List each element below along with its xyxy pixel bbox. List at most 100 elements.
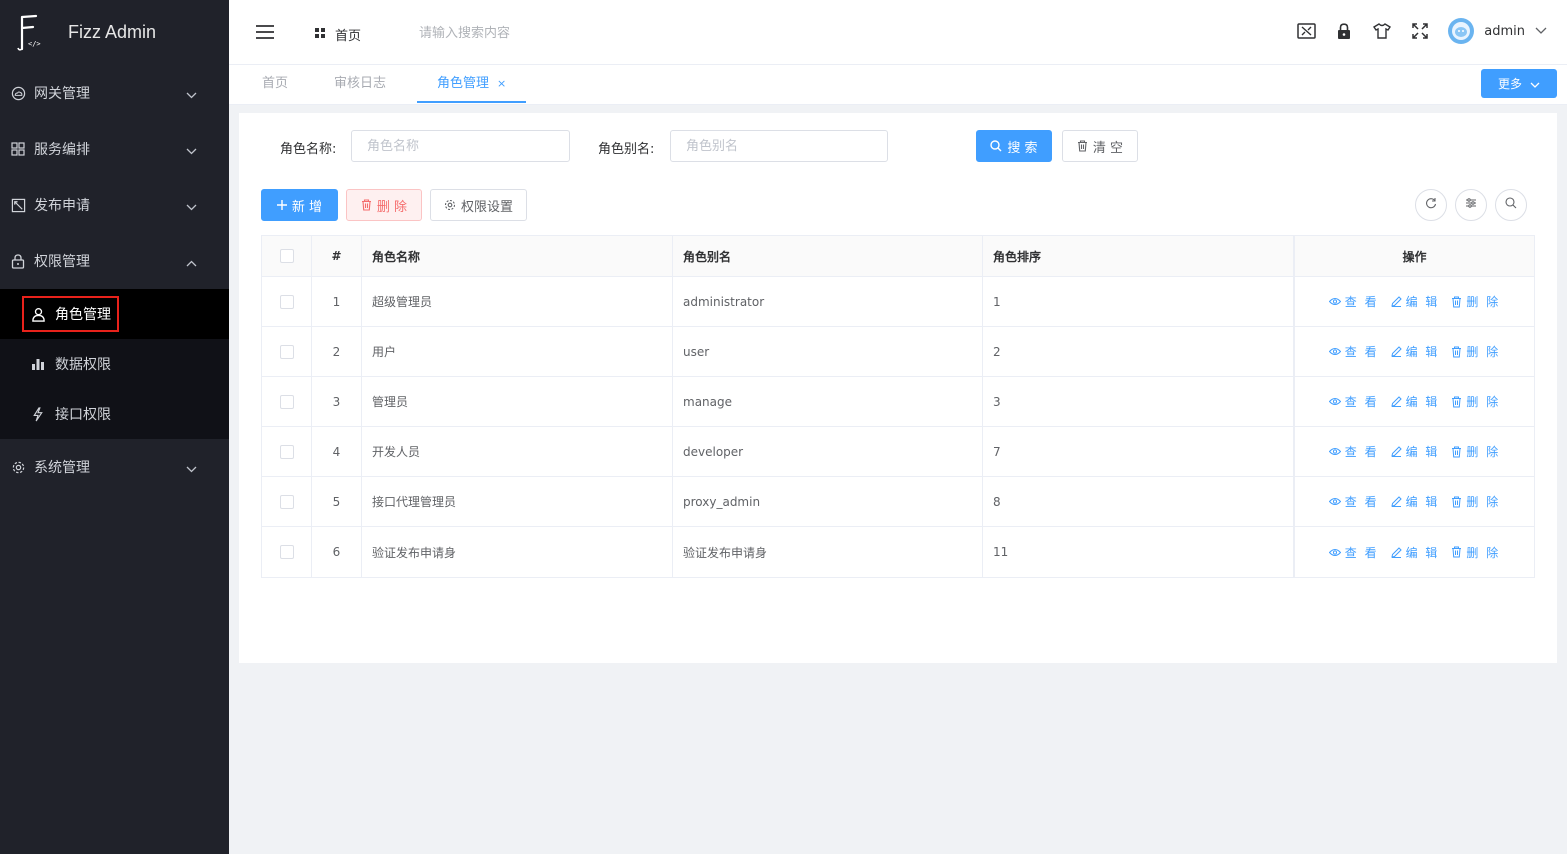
search-icon bbox=[1505, 197, 1517, 213]
role-name-cell: 接口代理管理员 bbox=[362, 477, 673, 526]
sidebar-item-label: 发布申请 bbox=[34, 198, 90, 214]
screenshot-icon[interactable] bbox=[1296, 21, 1316, 41]
row-checkbox[interactable] bbox=[279, 294, 294, 309]
row-index: 1 bbox=[312, 277, 362, 326]
edit-button[interactable]: 编 辑 bbox=[1390, 343, 1440, 360]
column-settings-button[interactable] bbox=[1455, 189, 1487, 221]
username[interactable]: admin bbox=[1484, 24, 1525, 39]
checkbox-cell bbox=[262, 277, 312, 326]
edit-button[interactable]: 编 辑 bbox=[1390, 293, 1440, 310]
column-header: 角色别名 bbox=[673, 236, 983, 276]
role-alias-input[interactable] bbox=[670, 130, 888, 162]
row-checkbox[interactable] bbox=[279, 545, 294, 559]
view-button[interactable]: 查 看 bbox=[1328, 544, 1379, 561]
delete-row-button[interactable]: 删 除 bbox=[1451, 544, 1500, 561]
header-toolbar: admin bbox=[1278, 18, 1547, 44]
toggle-search-button[interactable] bbox=[1495, 189, 1527, 221]
checkbox-cell bbox=[262, 427, 312, 476]
delete-label: 删 除 bbox=[1466, 495, 1501, 509]
permission-settings-button[interactable]: 权限设置 bbox=[430, 189, 527, 221]
role-alias-cell: user bbox=[673, 327, 983, 376]
sidebar-item-gateway[interactable]: 网关管理 bbox=[0, 65, 229, 121]
hamburger-menu-icon[interactable] bbox=[255, 24, 275, 44]
row-checkbox[interactable] bbox=[279, 394, 294, 409]
row-checkbox[interactable] bbox=[279, 444, 294, 459]
edit-label: 编 辑 bbox=[1405, 445, 1440, 459]
checkbox-cell bbox=[262, 377, 312, 426]
sidebar-item-role-management[interactable]: 角色管理 bbox=[0, 289, 229, 339]
publish-icon bbox=[10, 197, 26, 213]
theme-shirt-icon[interactable] bbox=[1372, 21, 1392, 41]
row-index: 5 bbox=[312, 477, 362, 526]
view-button[interactable]: 查 看 bbox=[1328, 493, 1379, 510]
lock-screen-icon[interactable] bbox=[1334, 21, 1354, 41]
sidebar-item-publish[interactable]: 发布申请 bbox=[0, 177, 229, 233]
row-checkbox[interactable] bbox=[279, 494, 294, 509]
chevron-up-icon bbox=[186, 255, 197, 271]
sidebar-item-api-permission[interactable]: 接口权限 bbox=[0, 389, 229, 439]
refresh-button[interactable] bbox=[1415, 189, 1447, 221]
column-header: # bbox=[312, 236, 362, 276]
sidebar-item-service[interactable]: 服务编排 bbox=[0, 121, 229, 177]
fullscreen-icon[interactable] bbox=[1410, 21, 1430, 41]
role-name-cell: 开发人员 bbox=[362, 427, 673, 476]
chevron-down-icon[interactable] bbox=[1535, 24, 1547, 39]
search-button[interactable]: 搜 索 bbox=[976, 130, 1052, 162]
refresh-icon bbox=[1425, 197, 1437, 213]
tab-role-management[interactable]: 角色管理 × bbox=[417, 65, 527, 103]
tab-audit-log[interactable]: 审核日志 bbox=[334, 65, 386, 103]
app-title: Fizz Admin bbox=[68, 22, 157, 42]
lock-icon bbox=[10, 253, 26, 269]
operations-cell: 查 看 编 辑 删 除 bbox=[1294, 427, 1534, 476]
sidebar-item-label: 数据权限 bbox=[55, 357, 111, 373]
role-alias-cell: proxy_admin bbox=[673, 477, 983, 526]
sidebar-item-label: 系统管理 bbox=[34, 460, 90, 476]
edit-button[interactable]: 编 辑 bbox=[1390, 393, 1440, 410]
edit-label: 编 辑 bbox=[1405, 395, 1440, 409]
trash-icon bbox=[361, 199, 372, 211]
row-checkbox[interactable] bbox=[279, 344, 294, 359]
edit-button[interactable]: 编 辑 bbox=[1390, 544, 1440, 561]
select-all-checkbox[interactable] bbox=[279, 249, 294, 263]
close-icon[interactable]: × bbox=[497, 77, 506, 90]
chevron-down-icon bbox=[186, 461, 197, 477]
view-button[interactable]: 查 看 bbox=[1328, 343, 1379, 360]
column-header: 角色名称 bbox=[362, 236, 673, 276]
cloud-icon bbox=[10, 85, 26, 101]
edit-button[interactable]: 编 辑 bbox=[1390, 443, 1440, 460]
delete-button[interactable]: 删 除 bbox=[346, 189, 422, 221]
delete-row-button[interactable]: 删 除 bbox=[1451, 443, 1500, 460]
clear-button[interactable]: 清 空 bbox=[1062, 130, 1138, 162]
sidebar-item-permission[interactable]: 权限管理 bbox=[0, 233, 229, 289]
delete-label: 删 除 bbox=[1466, 345, 1501, 359]
edit-button[interactable]: 编 辑 bbox=[1390, 493, 1440, 510]
chevron-down-icon bbox=[186, 143, 197, 159]
tab-bar: 首页 审核日志 角色管理 × 更多 bbox=[229, 65, 1567, 105]
header-search-input[interactable] bbox=[419, 20, 599, 46]
role-name-input[interactable] bbox=[351, 130, 570, 162]
chevron-down-icon bbox=[1530, 77, 1540, 91]
view-button[interactable]: 查 看 bbox=[1328, 443, 1379, 460]
user-avatar[interactable] bbox=[1448, 18, 1475, 44]
delete-row-button[interactable]: 删 除 bbox=[1451, 393, 1500, 410]
view-button[interactable]: 查 看 bbox=[1328, 293, 1379, 310]
permission-submenu: 角色管理 数据权限 接口权限 bbox=[0, 289, 229, 439]
edit-icon bbox=[1390, 496, 1402, 507]
delete-row-button[interactable]: 删 除 bbox=[1451, 343, 1500, 360]
sidebar-item-data-permission[interactable]: 数据权限 bbox=[0, 339, 229, 389]
role-name-cell: 管理员 bbox=[362, 377, 673, 426]
add-button[interactable]: 新 增 bbox=[261, 189, 338, 221]
view-button[interactable]: 查 看 bbox=[1328, 393, 1379, 410]
delete-row-button[interactable]: 删 除 bbox=[1451, 493, 1500, 510]
main-card: 角色名称: 角色别名: 搜 索 清 空 新 增 删 除 权限设置 # 角色名称 … bbox=[239, 113, 1557, 663]
delete-row-button[interactable]: 删 除 bbox=[1451, 293, 1500, 310]
tab-label: 角色管理 bbox=[437, 76, 490, 91]
sidebar-item-system[interactable]: 系统管理 bbox=[0, 439, 229, 495]
tab-home[interactable]: 首页 bbox=[262, 65, 288, 103]
more-button[interactable]: 更多 bbox=[1481, 69, 1557, 98]
app-logo: </> bbox=[16, 13, 42, 53]
edit-label: 编 辑 bbox=[1405, 295, 1440, 309]
role-sort-cell: 8 bbox=[983, 477, 1294, 526]
header-home-link[interactable]: 首页 bbox=[315, 25, 361, 44]
delete-label: 删 除 bbox=[1466, 295, 1501, 309]
